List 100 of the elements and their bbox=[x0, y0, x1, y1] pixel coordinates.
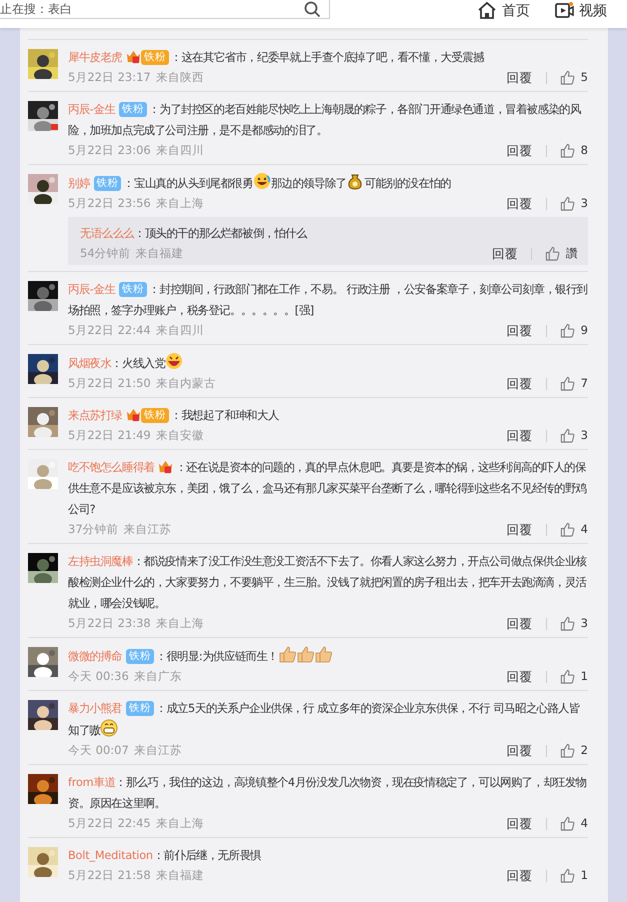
comment-location: 来自陕西 bbox=[156, 69, 204, 86]
comment-text: 丙辰-金生 铁粉 ：封控期间，行政部门都在工作，不易。 行政注册 ，公安备案章子，刻章公司刻章，银行到场拍照，签字办理账户，税务登记。。。。。。[强] bbox=[68, 281, 588, 319]
thumbs-up-icon bbox=[296, 645, 314, 664]
video-icon[interactable] bbox=[554, 1, 574, 21]
like-count: 8 bbox=[580, 142, 588, 159]
reply-link[interactable]: 回覆 bbox=[506, 614, 533, 633]
emoji-icon bbox=[165, 352, 184, 371]
comment-time: 5月22日 21:50 bbox=[68, 375, 151, 392]
reply-link[interactable]: 回覆 bbox=[506, 374, 533, 393]
emoji-icon bbox=[100, 719, 118, 738]
comment-location: 来自广东 bbox=[134, 668, 182, 685]
fan-badge: 铁粉 bbox=[119, 102, 147, 117]
like-icon[interactable] bbox=[560, 616, 575, 631]
comment-time: 今天 00:07 bbox=[68, 742, 129, 759]
fan-crown-icon bbox=[126, 407, 142, 422]
thumbs-up-icon bbox=[278, 645, 296, 664]
like-count: 4 bbox=[580, 815, 588, 832]
like-count: 7 bbox=[580, 375, 588, 392]
like-icon[interactable] bbox=[560, 323, 575, 338]
reply-link[interactable]: 回覆 bbox=[506, 814, 533, 833]
emoji-icon bbox=[252, 172, 271, 191]
comment-text: 微微的搏命 铁粉 ：很明显:为供应链而生！ bbox=[68, 645, 588, 667]
like-count: 3 bbox=[580, 195, 588, 212]
comment-location: 来自四川 bbox=[156, 322, 204, 339]
reply-link[interactable]: 回覆 bbox=[506, 520, 533, 539]
comment-text: 左持虫洞魔棒：都说疫情来了没工作没生意没工资活不下去了。你看人家这么努力，开点公司做点保供企业核酸检测企业什么的，大家要努力，不要躺平，生三胎。没钱了就把闲置的房子租出去，把车开去跑滴滴，灵活就业，哪会没钱呢。 bbox=[68, 554, 588, 612]
fan-crown-icon bbox=[158, 459, 174, 474]
comment-time: 5月22日 21:49 bbox=[68, 427, 151, 444]
like-icon[interactable] bbox=[560, 522, 575, 537]
comment-text: 丙辰-金生 铁粉 ：为了封控区的老百姓能尽快吃上上海朝晟的粽子，各部门开通绿色通道，冒着被感染的风险，加班加点完成了公司注册，是不是都感动的泪了。 bbox=[68, 101, 582, 139]
like-icon[interactable] bbox=[560, 868, 575, 883]
like-icon[interactable] bbox=[560, 143, 575, 158]
like-icon[interactable] bbox=[560, 669, 575, 684]
like-count: 3 bbox=[580, 615, 588, 632]
like-icon[interactable] bbox=[560, 743, 575, 758]
reply-link[interactable]: 回覆 bbox=[506, 866, 533, 885]
comment-location: 来自江苏 bbox=[134, 742, 182, 759]
comment-location: 来自上海 bbox=[156, 615, 204, 632]
reply-link[interactable]: 回覆 bbox=[506, 68, 533, 87]
nav-link[interactable]: 首页 bbox=[477, 1, 530, 21]
comment-location: 来自江苏 bbox=[124, 521, 172, 538]
reply-link[interactable]: 回覆 bbox=[506, 321, 533, 340]
reply-link[interactable]: 回覆 bbox=[506, 426, 533, 445]
comment-time: 5月22日 23:06 bbox=[68, 142, 151, 159]
comment-text: 无语么么么：顶头的干的那么烂都被倒，怕什么 bbox=[80, 226, 308, 242]
search-icon[interactable] bbox=[304, 0, 321, 18]
comment-location: 来自上海 bbox=[156, 195, 204, 212]
comment-location: 来自福建 bbox=[156, 867, 204, 884]
reply-link[interactable]: 回覆 bbox=[506, 194, 533, 213]
comment-location: 来自四川 bbox=[156, 142, 204, 159]
fan-badge: 铁粉 bbox=[119, 282, 147, 297]
reply-link[interactable]: 回覆 bbox=[506, 141, 533, 160]
like-count: 4 bbox=[580, 521, 588, 538]
comment-text: 暴力小熊君 铁粉 ：成立5天的关系户企业供保，行 成立多年的资深企业京东供保，不行 司马昭之心路人皆知了嗷 bbox=[68, 700, 581, 740]
like-count: 3 bbox=[580, 427, 588, 444]
thumbs-up-icon bbox=[314, 645, 332, 664]
comment-time: 5月22日 21:58 bbox=[68, 867, 151, 884]
like-count: 9 bbox=[580, 322, 588, 339]
comment-location: 来自安徽 bbox=[156, 427, 204, 444]
comment-text: from車道：那么巧，我住的这边，高境镇整个4月份没发几次物资，现在疫情稳定了，可以网购了，却狂发物资。原因在这里啊。 bbox=[68, 775, 588, 812]
comment-text: 吃不饱怎么睡得着 ：还在说是资本的问题的，真的早点休息吧。真要是资本的锅，这些利润高的吓人的保供生意不是应该被京东，美团，饿了么，盒马还有那几家买菜平台垄断了么，哪轮得到这些名不见经传的野鸡公司? bbox=[68, 458, 588, 518]
comment-time: 5月22日 23:56 bbox=[68, 195, 151, 212]
like-count: 1 bbox=[580, 867, 588, 884]
comment-location: 来自内蒙古 bbox=[156, 375, 216, 392]
like-count: 5 bbox=[580, 69, 588, 86]
home-icon[interactable] bbox=[477, 1, 497, 21]
comment-text: 犀牛皮老虎 铁粉 ：这在其它省市，纪委早就上手查个底掉了吧，看不懂，大受震撼 bbox=[68, 48, 486, 67]
like-icon[interactable] bbox=[545, 246, 560, 261]
comment-time: 37分钟前 bbox=[68, 521, 119, 538]
reply-link[interactable]: 回覆 bbox=[506, 667, 533, 686]
comment-text: Bolt_Meditation：前仆后继，无所畏惧 bbox=[68, 848, 262, 864]
like-count: 2 bbox=[580, 742, 588, 759]
reply-link[interactable]: 回覆 bbox=[492, 244, 518, 263]
search-field[interactable]: 止在搜：表白 bbox=[0, 0, 330, 19]
comment-text: 来点苏打绿 铁粉 ：我想起了和珅和大人 bbox=[68, 406, 280, 425]
comment-time: 5月22日 23:38 bbox=[68, 615, 151, 632]
comment-time: 5月22日 22:44 bbox=[68, 322, 151, 339]
fan-badge: 铁粉 bbox=[126, 649, 154, 664]
comment-time: 5月22日 22:45 bbox=[68, 815, 151, 832]
comment-text: 别婷 铁粉 ：宝山真的从头到尾都很勇 那边的领导除了 可能别的没在怕的 bbox=[68, 172, 588, 194]
comment-time: 今天 00:36 bbox=[68, 668, 129, 685]
comment-time: 5月22日 23:17 bbox=[68, 69, 151, 86]
like-icon[interactable] bbox=[560, 376, 575, 391]
fan-badge: 铁粉 bbox=[94, 176, 122, 191]
like-count: 讚 bbox=[566, 245, 578, 262]
nav-link[interactable]: 视频 bbox=[554, 1, 607, 21]
comment-time: 54分钟前 bbox=[80, 245, 131, 262]
fan-badge: 铁粉 bbox=[141, 408, 169, 423]
money-bag-icon bbox=[346, 172, 364, 191]
like-icon[interactable] bbox=[560, 428, 575, 443]
comment-text: 风烟夜水：火线入党 bbox=[68, 352, 588, 374]
fan-badge: 铁粉 bbox=[141, 50, 169, 65]
comment-location: 来自上海 bbox=[156, 815, 204, 832]
like-icon[interactable] bbox=[560, 816, 575, 831]
reply-link[interactable]: 回覆 bbox=[506, 741, 533, 760]
like-icon[interactable] bbox=[560, 196, 575, 211]
comment-location: 来自福建 bbox=[136, 245, 184, 262]
like-count: 1 bbox=[580, 668, 588, 685]
like-icon[interactable] bbox=[560, 70, 575, 85]
fan-badge: 铁粉 bbox=[126, 701, 154, 716]
